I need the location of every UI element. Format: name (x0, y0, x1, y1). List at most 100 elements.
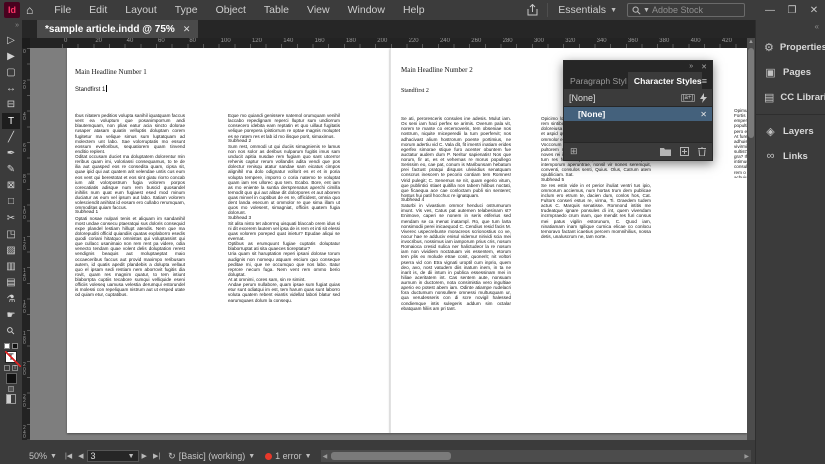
text-column-fragment[interactable]: Opimur, quonsolus, Ti. Fortis nonsimus e… (734, 108, 747, 178)
restore-button[interactable]: ❐ (781, 5, 803, 16)
next-page-button[interactable]: ▶ (139, 452, 150, 460)
gradient-feather-tool-icon[interactable]: ▥ (2, 259, 20, 275)
last-page-button[interactable]: ▶| (150, 452, 163, 460)
scroll-up-icon[interactable]: ▲ (747, 38, 755, 47)
menu-item-window[interactable]: Window (339, 0, 394, 20)
eyedropper-tool-icon[interactable]: ⚗ (2, 291, 20, 307)
frame-tool-icon[interactable]: ⊠ (2, 178, 20, 194)
indesign-window: Id ⌂ FileEditLayoutTypeObjectTableViewWi… (0, 0, 825, 464)
document-tab-strip: *sample article.indd @ 75% ✕ (22, 20, 755, 38)
horizontal-scrollbar[interactable]: ◀ ▶ (321, 450, 751, 462)
fill-swatch[interactable]: T (5, 351, 17, 363)
dock-item-layers[interactable]: ◈Layers (756, 119, 825, 144)
color-controls: T T (4, 343, 18, 404)
dock-item-cc-librari-[interactable]: ▤CC Librari… (756, 85, 825, 110)
ruler-origin-box[interactable] (22, 38, 30, 48)
chevron-down-icon: ▼ (643, 7, 650, 14)
dock-item-links[interactable]: ∞Links (756, 144, 825, 168)
scissors-tool-icon[interactable]: ✂ (2, 210, 20, 226)
menu-item-edit[interactable]: Edit (80, 0, 116, 20)
close-icon[interactable]: ✕ (183, 24, 191, 35)
h-ruler-label: 280 (503, 38, 513, 44)
folder-icon[interactable] (660, 147, 671, 156)
break-link-to-style-icon[interactable]: [a+] (681, 94, 695, 102)
new-style-group-icon[interactable]: ⊞ (570, 146, 578, 157)
text-column-1[interactable]: Ibus nitatem peditios volupta sanihil iq… (75, 113, 185, 429)
styles-panel-titlebar[interactable]: » ✕ (564, 61, 712, 72)
previous-page-button[interactable]: ◀ (75, 452, 86, 460)
dock-items: ⚙Properties▣Pages▤CC Librari… ◈Layers∞Lin… (756, 35, 825, 168)
home-icon[interactable]: ⌂ (26, 3, 33, 17)
direct-selection-tool-icon[interactable]: ▶ (2, 48, 20, 64)
panel-close-icon[interactable]: ✕ (701, 63, 707, 71)
close-button[interactable]: ✕ (803, 5, 825, 16)
preflight-menu[interactable]: ↻ [Basic] (working) ▼ (163, 448, 260, 464)
menu-item-view[interactable]: View (298, 0, 339, 20)
styles-panel-footer: ⊞ (564, 143, 712, 160)
menu-item-help[interactable]: Help (394, 0, 434, 20)
apply-gradient-icon[interactable] (8, 386, 14, 392)
text-column-3[interactable]: Se ati, peroresceris consules ine adesis… (401, 116, 511, 426)
v-ruler-label: 8 0 (23, 175, 26, 184)
text-column-4[interactable]: Opicimo loreprae quatemquiam, imillatem … (541, 116, 651, 426)
redefine-style-icon[interactable] (700, 93, 707, 103)
line-tool-icon[interactable]: ╱ (2, 129, 20, 145)
create-new-style-icon[interactable] (680, 147, 689, 156)
indesign-logo-icon[interactable]: Id (4, 2, 20, 18)
style-list-item-none[interactable]: [None] ✕ (564, 107, 712, 121)
panel-collapse-icon[interactable]: » (689, 63, 693, 70)
h-ruler-label: 380 (659, 38, 669, 44)
menu-item-table[interactable]: Table (255, 0, 298, 20)
stroke-swatch[interactable] (6, 373, 17, 384)
rectangle-tool-icon[interactable]: □ (2, 194, 20, 210)
default-fill-icon[interactable] (4, 343, 10, 349)
menu-item-layout[interactable]: Layout (116, 0, 166, 20)
minimize-button[interactable]: — (759, 5, 781, 16)
workspace-switcher[interactable]: Essentials ▼ (547, 3, 627, 17)
panel-menu-icon[interactable]: ≡ (702, 72, 712, 89)
search-placeholder: Adobe Stock (652, 5, 703, 15)
tab-paragraph-styles[interactable]: Paragraph Styl (564, 72, 628, 89)
trash-icon[interactable] (698, 147, 706, 156)
page-left[interactable]: Main Headline Number 1 Standfirst 1 Ibus… (67, 48, 390, 433)
scroll-right-icon[interactable]: ▶ (742, 453, 751, 460)
pencil-tool-icon[interactable]: ✎ (2, 162, 20, 178)
vertical-ruler[interactable]: 02 04 06 08 01 0 01 2 01 4 01 6 01 8 02 … (22, 48, 30, 440)
screen-mode-button[interactable] (6, 394, 16, 404)
gradient-swatch-tool-icon[interactable]: ▨ (2, 242, 20, 258)
page-number-field[interactable]: 3 ▼ (87, 450, 139, 462)
first-page-button[interactable]: |◀ (62, 452, 75, 460)
share-icon[interactable] (527, 4, 538, 16)
vertical-scroll-thumb[interactable] (748, 48, 754, 138)
selection-tool-icon[interactable]: ▷ (2, 32, 20, 48)
vertical-scrollbar[interactable]: ▲ (747, 38, 755, 440)
document-tab[interactable]: *sample article.indd @ 75% ✕ (37, 20, 198, 38)
toolbar-collapse-icon[interactable]: » (15, 20, 19, 32)
free-transform-tool-icon[interactable]: ◳ (2, 226, 20, 242)
scroll-left-icon[interactable]: ◀ (321, 453, 330, 460)
page-tool-icon[interactable]: ▢ (2, 64, 20, 80)
text-column-2[interactable]: Eque mo quiandi genissere natemol orumqu… (228, 113, 340, 429)
dock-collapse-icon[interactable]: « (756, 20, 825, 35)
dock-item-properties[interactable]: ⚙Properties (756, 35, 825, 60)
horizontal-scroll-thumb[interactable] (331, 452, 451, 460)
horizontal-ruler[interactable]: 0204060801001201401601802002202402602803… (22, 38, 755, 48)
h-ruler-label: 340 (597, 38, 607, 44)
dock-item-pages[interactable]: ▣Pages (756, 60, 825, 85)
pen-tool-icon[interactable]: ✒ (2, 145, 20, 161)
preflight-error-control[interactable]: 1 error ▼ (260, 448, 316, 464)
content-collector-tool-icon[interactable]: ⊟ (2, 97, 20, 113)
note-tool-icon[interactable]: ▤ (2, 275, 20, 291)
swap-fill-stroke-icon[interactable] (12, 343, 18, 349)
menu-item-file[interactable]: File (45, 0, 80, 20)
tab-character-styles[interactable]: Character Styles (628, 72, 702, 89)
menu-item-type[interactable]: Type (166, 0, 207, 20)
menu-item-object[interactable]: Object (207, 0, 255, 20)
fill-letter: T (8, 352, 14, 362)
zoom-level-control[interactable]: 50% ▼ (24, 448, 62, 464)
clear-overrides-icon[interactable]: ✕ (700, 110, 707, 119)
gap-tool-icon[interactable]: ↔ (2, 81, 20, 97)
tools-panel: » ▷▶▢↔⊟T╱✒✎⊠□✂◳▨▥▤⚗☛⚲ T T (0, 20, 22, 464)
type-tool-icon[interactable]: T (2, 113, 20, 129)
search-input[interactable]: ▼ Adobe Stock (627, 3, 745, 17)
